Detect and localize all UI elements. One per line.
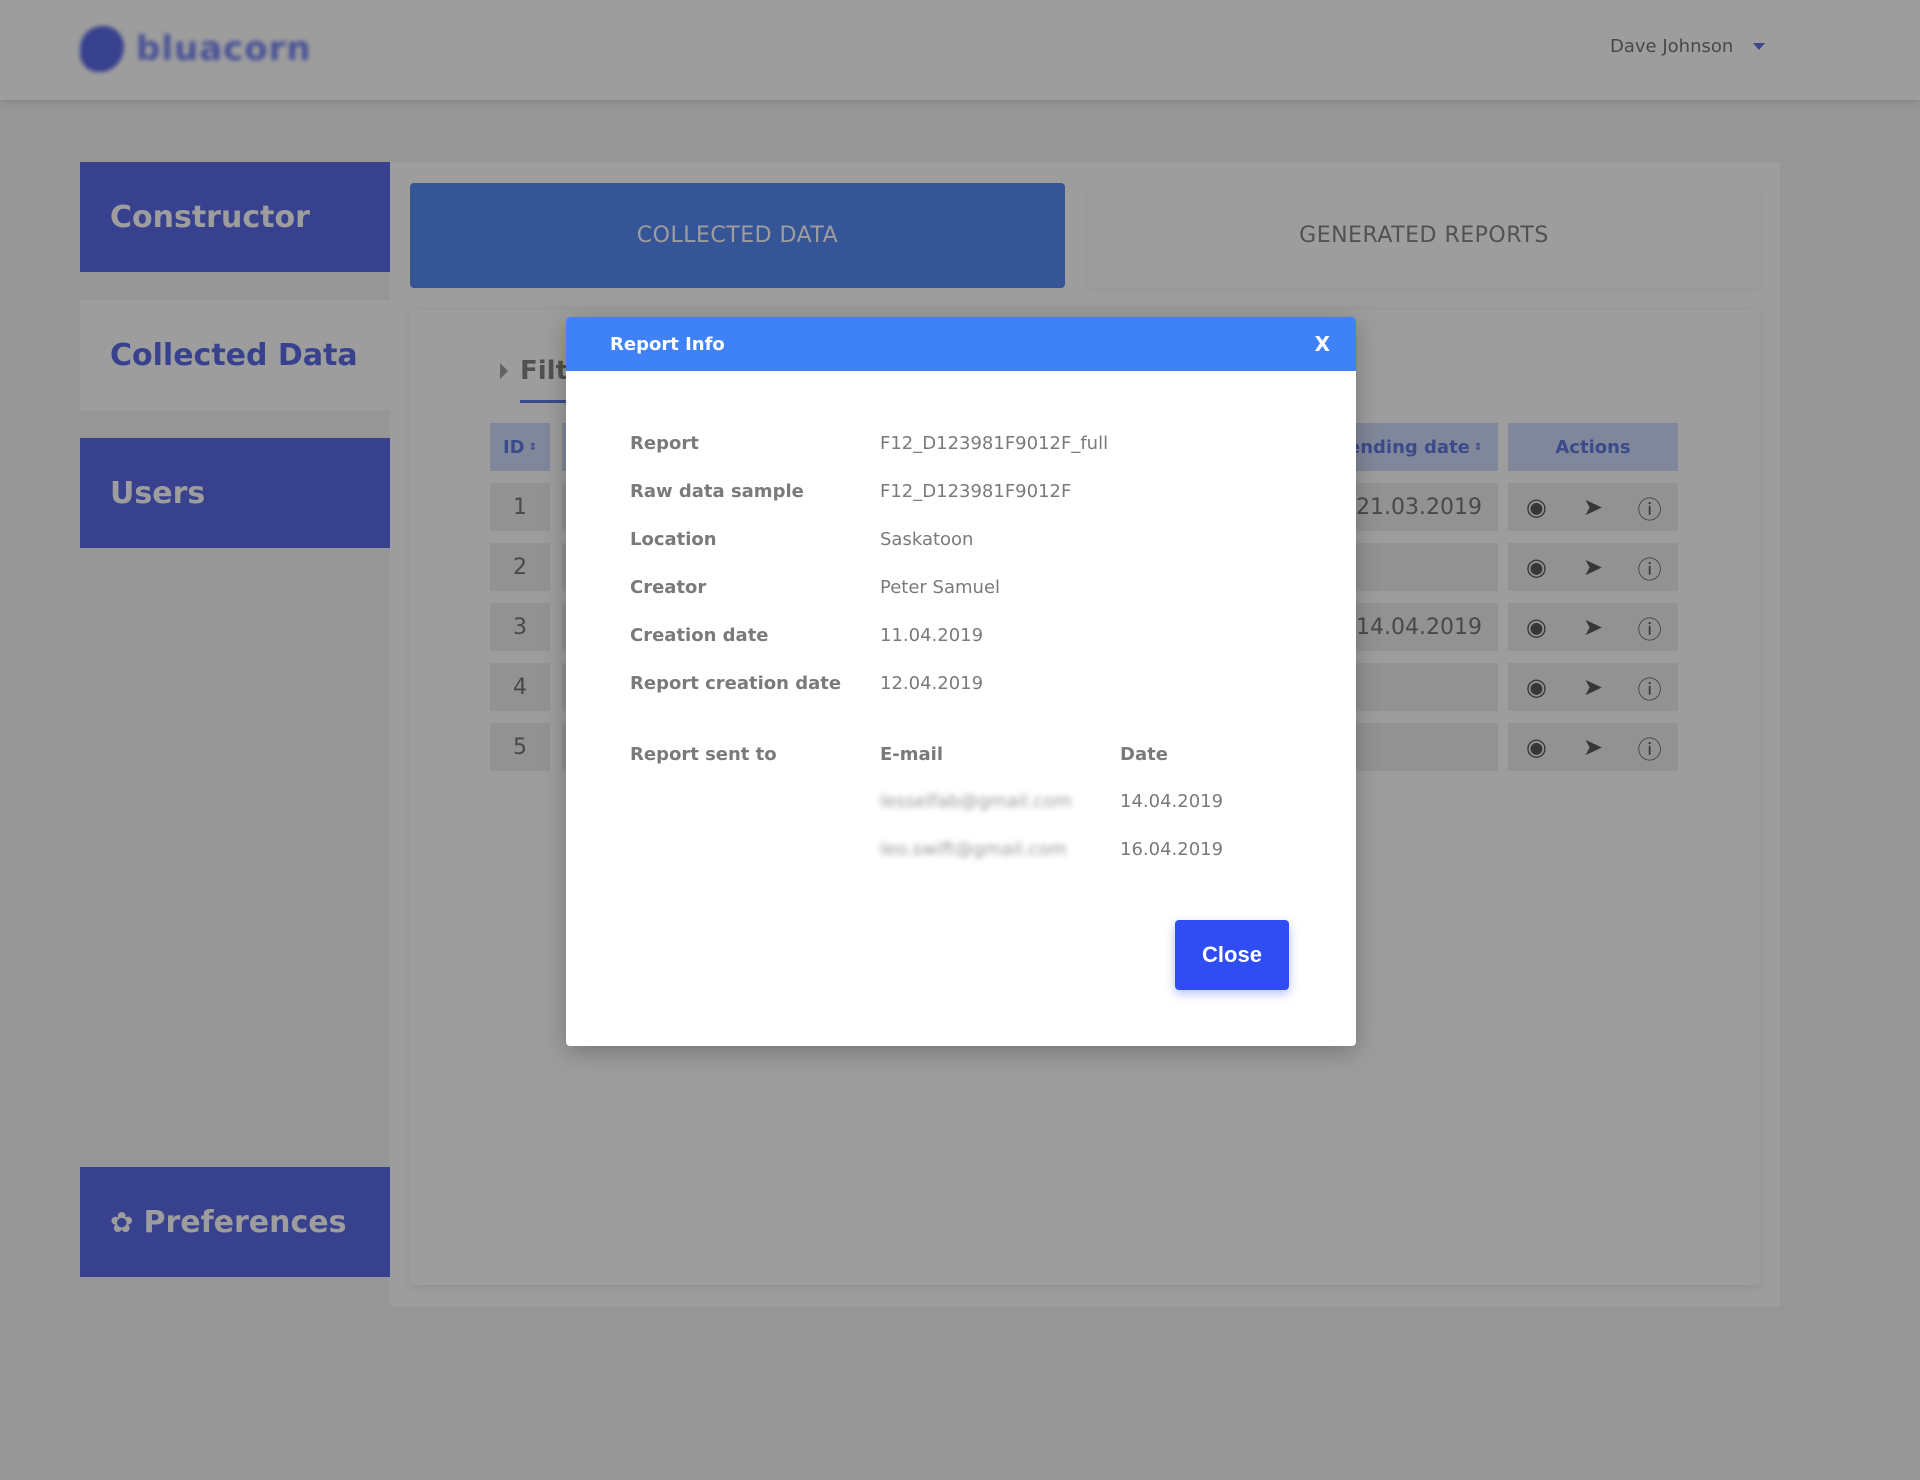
modal-title: Report Info: [610, 333, 725, 355]
column-header-email: E-mail: [880, 744, 944, 765]
recipient-email: leo.swift@gmail.com: [880, 839, 1067, 860]
close-icon[interactable]: X: [1315, 332, 1330, 356]
field-label-raw-data-sample: Raw data sample: [630, 481, 804, 502]
report-info-modal: Report Info X Report F12_D123981F9012F_f…: [566, 317, 1356, 1046]
column-header-date: Date: [1120, 744, 1168, 765]
field-value-creator: Peter Samuel: [880, 577, 1001, 598]
modal-header: Report Info X: [566, 317, 1356, 371]
field-label-report-creation-date: Report creation date: [630, 673, 842, 694]
field-label-creator: Creator: [630, 577, 707, 598]
field-label-location: Location: [630, 529, 717, 550]
field-label-report: Report: [630, 433, 699, 454]
field-label-creation-date: Creation date: [630, 625, 769, 646]
field-value-location: Saskatoon: [880, 529, 974, 550]
recipient-date: 16.04.2019: [1120, 839, 1224, 860]
field-label-report-sent-to: Report sent to: [630, 744, 777, 765]
recipient-email: lesselfab@gmail.com: [880, 791, 1072, 812]
field-value-raw-data-sample: F12_D123981F9012F: [880, 481, 1072, 502]
field-value-report-creation-date: 12.04.2019: [880, 673, 984, 694]
field-value-report: F12_D123981F9012F_full: [880, 433, 1109, 454]
field-value-creation-date: 11.04.2019: [880, 625, 984, 646]
close-button[interactable]: Close: [1175, 920, 1289, 990]
recipient-date: 14.04.2019: [1120, 791, 1224, 812]
